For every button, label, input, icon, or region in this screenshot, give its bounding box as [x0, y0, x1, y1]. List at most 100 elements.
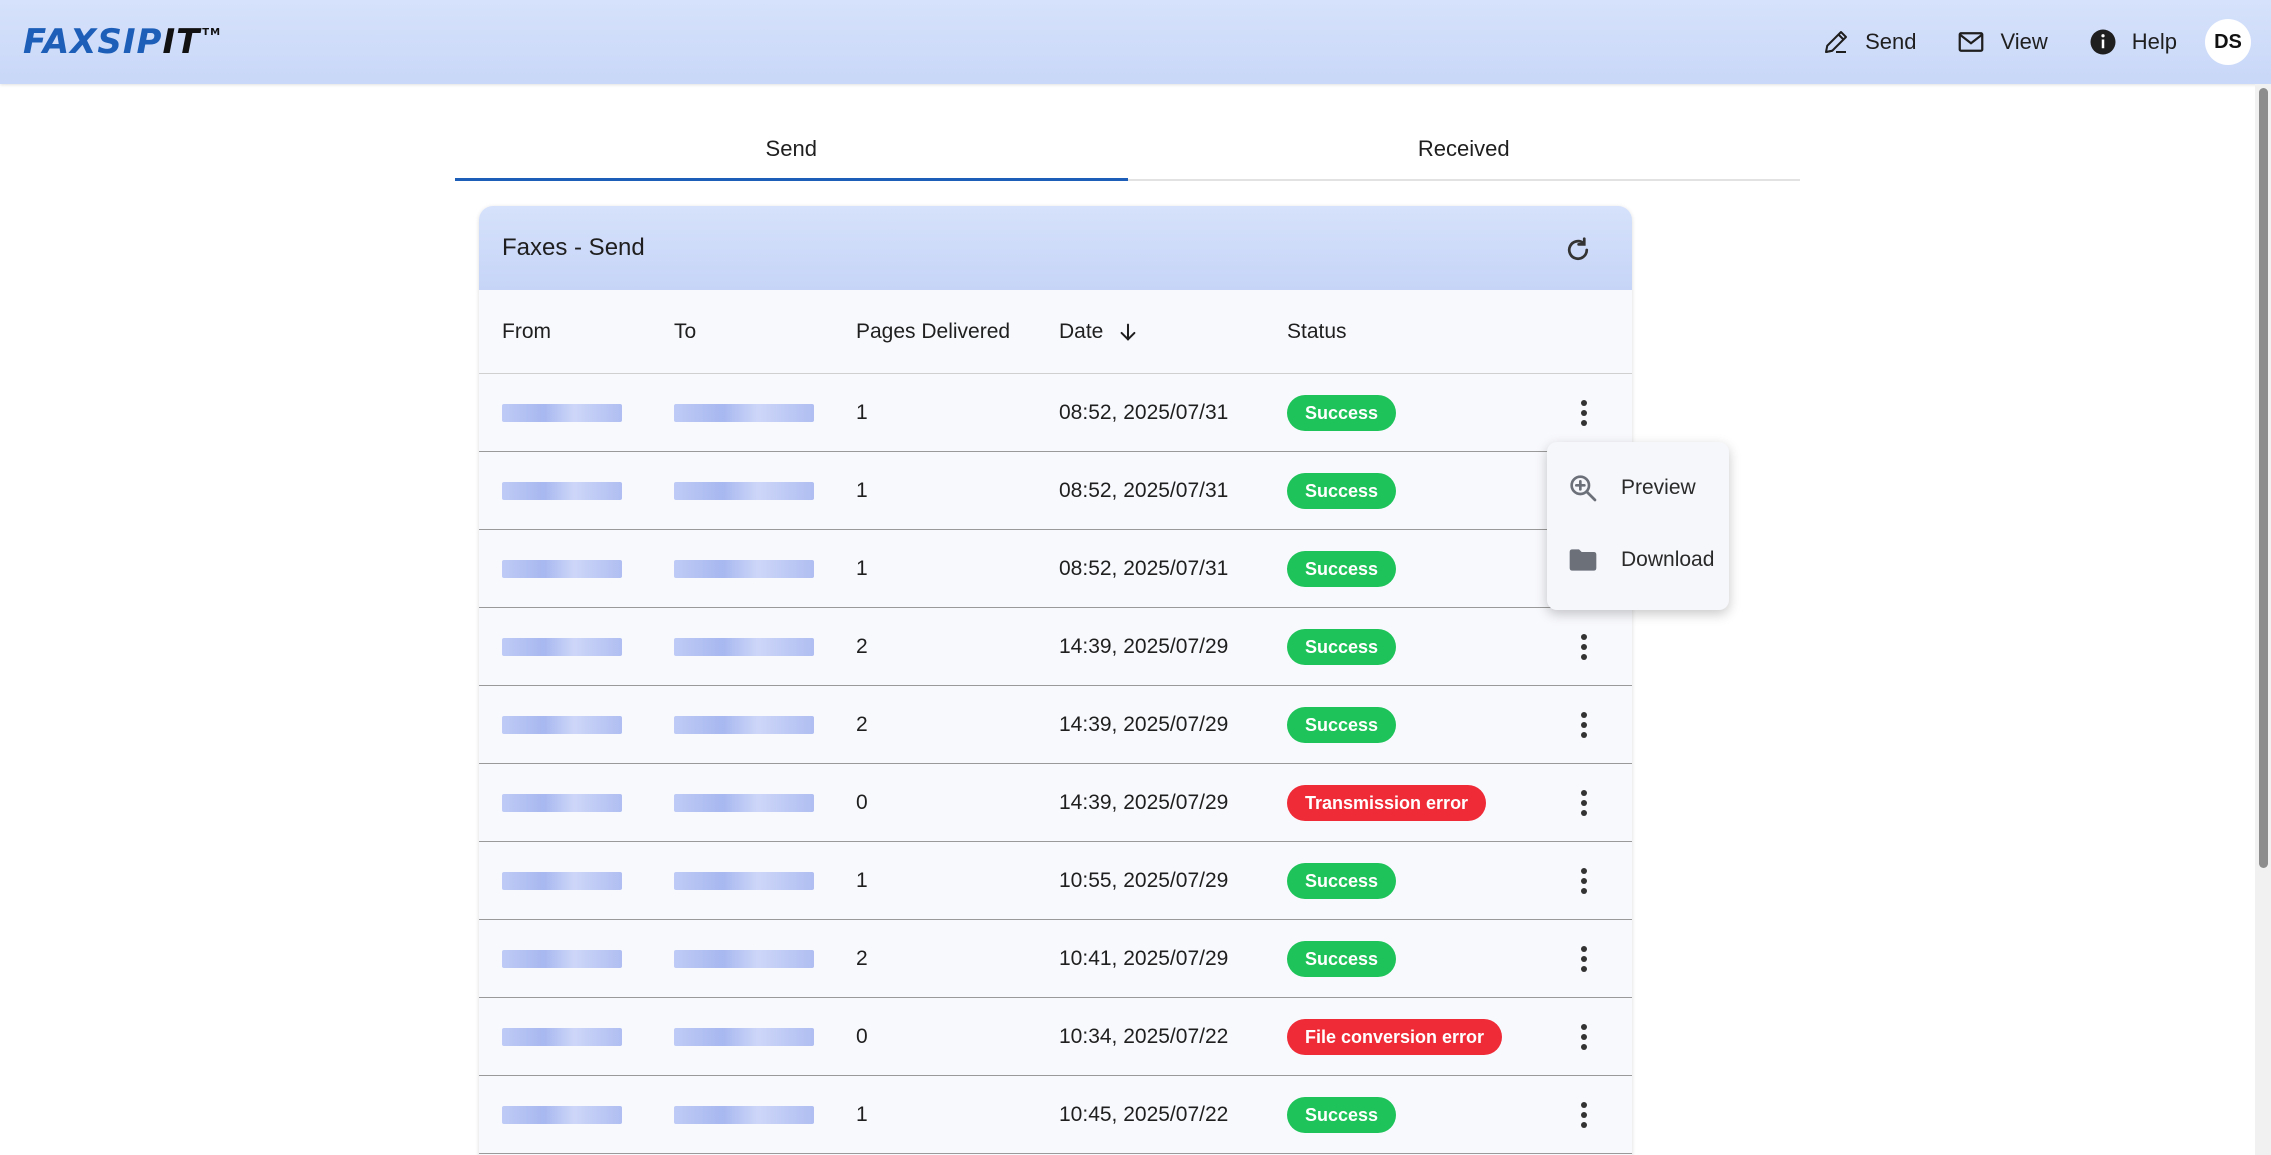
status-badge-label: Success — [1287, 394, 1397, 431]
status-badge-label: Success — [1287, 472, 1397, 509]
table-row[interactable]: 1 10:55, 2025/07/29 Success — [479, 842, 1632, 920]
table-row[interactable]: 2 14:39, 2025/07/29 Success — [479, 686, 1632, 764]
from-number-redacted[interactable] — [502, 793, 622, 812]
card-header: Faxes - Send — [479, 206, 1632, 290]
fax-date: 08:52, 2025/07/31 — [1059, 478, 1229, 502]
fax-date: 08:52, 2025/07/31 — [1059, 400, 1229, 424]
fax-tabs: Send Received — [455, 118, 1800, 181]
pages-delivered: 2 — [856, 634, 868, 658]
more-vertical-icon — [1581, 1101, 1587, 1128]
table-row[interactable]: 2 10:41, 2025/07/29 Success — [479, 920, 1632, 998]
status-badge: Success — [1287, 862, 1397, 899]
status-badge: Success — [1287, 940, 1397, 977]
row-actions-button[interactable] — [1569, 1015, 1599, 1059]
table-row[interactable]: 1 08:52, 2025/07/31 Success — [479, 374, 1632, 452]
logo-part1: FAXSIP — [23, 22, 163, 62]
from-number-redacted[interactable] — [502, 715, 622, 734]
refresh-button[interactable] — [1560, 232, 1596, 268]
from-number-redacted[interactable] — [502, 949, 622, 968]
info-icon — [2090, 29, 2116, 55]
user-avatar[interactable]: DS — [2205, 19, 2251, 65]
table-header: From To Pages Delivered Date Status — [479, 290, 1632, 374]
table-body: 1 08:52, 2025/07/31 Success 1 08:52, 202… — [479, 374, 1632, 1154]
pages-delivered: 1 — [856, 868, 868, 892]
table-row[interactable]: 0 14:39, 2025/07/29 Transmission error — [479, 764, 1632, 842]
status-badge-label: Success — [1287, 1096, 1397, 1133]
status-badge-label: Success — [1287, 862, 1397, 899]
nav-view[interactable]: View — [1956, 27, 2048, 57]
menu-item-download[interactable]: Download — [1547, 524, 1729, 596]
more-vertical-icon — [1581, 1023, 1587, 1050]
nav-view-label: View — [2000, 29, 2048, 54]
from-number-redacted[interactable] — [502, 871, 622, 890]
row-actions-button[interactable] — [1569, 625, 1599, 669]
to-number-redacted[interactable] — [674, 403, 814, 422]
fax-date: 10:45, 2025/07/22 — [1059, 1102, 1229, 1126]
row-actions-button[interactable] — [1569, 859, 1599, 903]
faxsipit-logo[interactable]: FAXSIP IT TM — [23, 22, 221, 62]
faxes-card: Faxes - Send From To Pages Delivered Dat… — [479, 206, 1632, 1155]
tab-received[interactable]: Received — [1128, 118, 1801, 179]
more-vertical-icon — [1581, 867, 1587, 894]
nav-help[interactable]: Help — [2088, 27, 2177, 57]
top-nav: Send View Help DS — [1821, 0, 2271, 84]
fax-date: 10:41, 2025/07/29 — [1059, 946, 1229, 970]
table-row[interactable]: 1 08:52, 2025/07/31 Success — [479, 530, 1632, 608]
to-number-redacted[interactable] — [674, 715, 814, 734]
pages-delivered: 1 — [856, 478, 868, 502]
nav-send-label: Send — [1865, 29, 1917, 54]
zoom-in-icon — [1570, 475, 1597, 502]
page-scrollbar[interactable] — [2255, 84, 2271, 1155]
to-number-redacted[interactable] — [674, 793, 814, 812]
to-number-redacted[interactable] — [674, 949, 814, 968]
to-number-redacted[interactable] — [674, 481, 814, 500]
to-number-redacted[interactable] — [674, 559, 814, 578]
table-row[interactable]: 1 08:52, 2025/07/31 Success — [479, 452, 1632, 530]
column-to[interactable]: To — [674, 320, 696, 344]
row-actions-button[interactable] — [1569, 703, 1599, 747]
menu-item-preview[interactable]: Preview — [1547, 452, 1729, 524]
more-vertical-icon — [1581, 945, 1587, 972]
top-bar: FAXSIP IT TM Send View Help DS — [0, 0, 2271, 84]
status-badge-label: File conversion error — [1287, 1018, 1503, 1055]
scrollbar-thumb[interactable] — [2259, 88, 2268, 868]
from-number-redacted[interactable] — [502, 1027, 622, 1046]
to-number-redacted[interactable] — [674, 1027, 814, 1046]
table-row[interactable]: 2 14:39, 2025/07/29 Success — [479, 608, 1632, 686]
pages-delivered: 0 — [856, 1024, 868, 1048]
row-actions-button[interactable] — [1569, 781, 1599, 825]
fax-date: 08:52, 2025/07/31 — [1059, 556, 1229, 580]
from-number-redacted[interactable] — [502, 481, 622, 500]
to-number-redacted[interactable] — [674, 871, 814, 890]
status-badge-label: Success — [1287, 940, 1397, 977]
column-date-label: Date — [1059, 319, 1104, 343]
column-from[interactable]: From — [502, 320, 551, 344]
from-number-redacted[interactable] — [502, 637, 622, 656]
status-badge: Success — [1287, 394, 1397, 431]
from-number-redacted[interactable] — [502, 403, 622, 422]
to-number-redacted[interactable] — [674, 1105, 814, 1124]
column-pages[interactable]: Pages Delivered — [856, 320, 1010, 344]
row-actions-button[interactable] — [1569, 391, 1599, 435]
row-actions-button[interactable] — [1569, 937, 1599, 981]
table-row[interactable]: 0 10:34, 2025/07/22 File conversion erro… — [479, 998, 1632, 1076]
nav-send[interactable]: Send — [1821, 27, 1916, 57]
more-vertical-icon — [1581, 789, 1587, 816]
column-date[interactable]: Date — [1059, 320, 1139, 344]
table-row[interactable]: 1 10:45, 2025/07/22 Success — [479, 1076, 1632, 1154]
folder-icon — [1569, 549, 1597, 571]
status-badge: Success — [1287, 472, 1397, 509]
card-title: Faxes - Send — [502, 234, 645, 261]
status-badge-label: Success — [1287, 550, 1397, 587]
from-number-redacted[interactable] — [502, 559, 622, 578]
pen-icon — [1825, 31, 1848, 53]
to-number-redacted[interactable] — [674, 637, 814, 656]
from-number-redacted[interactable] — [502, 1105, 622, 1124]
tab-send[interactable]: Send — [455, 118, 1128, 181]
fax-date: 14:39, 2025/07/29 — [1059, 790, 1229, 814]
row-action-menu: Preview Download — [1547, 442, 1729, 610]
status-badge-label: Transmission error — [1287, 784, 1487, 821]
column-status[interactable]: Status — [1287, 320, 1347, 344]
row-actions-button[interactable] — [1569, 1093, 1599, 1137]
logo-tm: TM — [202, 27, 222, 38]
